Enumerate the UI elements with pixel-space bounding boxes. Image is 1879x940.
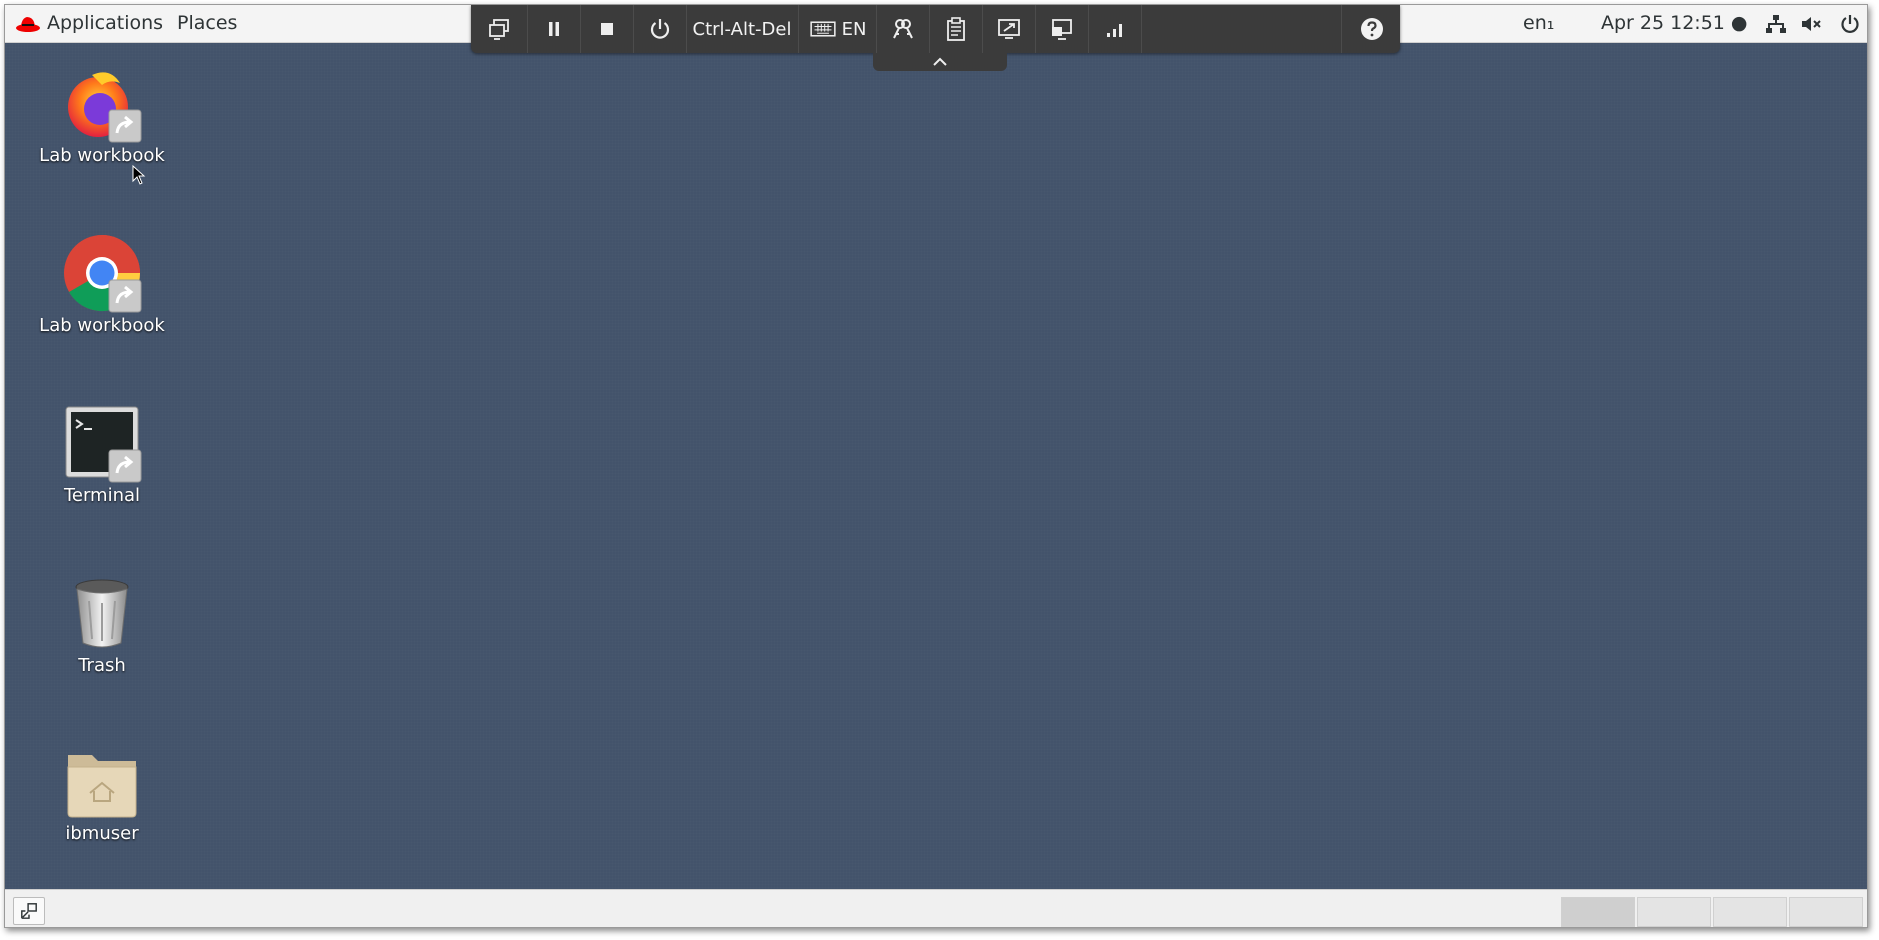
monitors-icon — [1051, 19, 1072, 40]
desktop-icon-label: ibmuser — [65, 823, 139, 844]
clipboard-button[interactable] — [929, 5, 983, 53]
workspace-1[interactable] — [1561, 897, 1635, 927]
fullscreen-button[interactable] — [982, 5, 1036, 53]
desktop-icon-label: Trash — [78, 655, 126, 676]
network-icon[interactable] — [1765, 14, 1787, 34]
stop-icon — [600, 23, 613, 35]
trash-icon — [75, 579, 129, 648]
stop-button[interactable] — [580, 5, 634, 53]
vm-toolbar: Ctrl-Alt-Del EN — [471, 5, 1400, 53]
bottom-panel — [5, 889, 1867, 927]
show-desktop-icon — [21, 903, 37, 919]
switch-display-button[interactable] — [471, 5, 528, 53]
workspace-3[interactable] — [1713, 897, 1787, 927]
vm-screen: Applications Places en₁ Apr 25 12:51 ● L… — [4, 4, 1868, 928]
fullscreen-icon — [997, 19, 1020, 39]
connection-quality-button[interactable] — [1088, 5, 1142, 53]
vm-power-button[interactable] — [633, 5, 687, 53]
power-icon[interactable] — [1839, 14, 1861, 34]
desktop-icon-label: Terminal — [63, 485, 141, 506]
shortcut-arrow-icon — [108, 279, 142, 313]
desktop-icon-label: Lab workbook — [39, 315, 165, 336]
home-folder-icon — [67, 755, 137, 818]
applications-menu[interactable]: Applications — [47, 5, 163, 42]
keyboard-layout-button[interactable]: EN — [798, 5, 877, 53]
shortcut-arrow-icon — [108, 449, 142, 483]
mouse-cursor-icon — [132, 165, 146, 185]
redhat-logo-icon — [16, 17, 40, 32]
clipboard-icon — [946, 17, 965, 41]
help-button[interactable] — [1341, 5, 1401, 53]
workspace-2[interactable] — [1637, 897, 1711, 927]
keyboard-icon — [809, 21, 836, 37]
places-menu[interactable]: Places — [177, 5, 237, 42]
signal-bars-icon — [1106, 24, 1122, 37]
ctrl-alt-del-label: Ctrl-Alt-Del — [692, 18, 792, 40]
shortcut-arrow-icon — [108, 109, 142, 143]
chevron-up-icon — [933, 57, 947, 66]
desktop-icon-label: Lab workbook — [39, 145, 165, 166]
vm-toolbar-collapse-handle[interactable] — [873, 53, 1007, 71]
ctrl-alt-del-button[interactable]: Ctrl-Alt-Del — [686, 5, 799, 53]
workspace-4[interactable] — [1789, 897, 1863, 927]
keyboard-layout-label: EN — [841, 18, 867, 40]
clock[interactable]: Apr 25 12:51 ● — [1601, 5, 1748, 42]
power-icon — [650, 19, 669, 39]
volume-muted-icon[interactable] — [1800, 14, 1822, 34]
help-icon — [1360, 18, 1383, 40]
pause-button[interactable] — [527, 5, 581, 53]
keys-icon — [892, 19, 913, 39]
desktop[interactable]: Lab workbook Lab workbook Terminal Trash… — [5, 43, 1867, 889]
pause-icon — [548, 22, 559, 36]
input-language-indicator[interactable]: en₁ — [1523, 5, 1554, 42]
desktop-icon-terminal[interactable]: Terminal — [32, 403, 172, 506]
desktop-icon-home-folder[interactable]: ibmuser — [32, 741, 172, 844]
switch-display-icon — [489, 19, 509, 40]
desktop-icon-lab-workbook-chrome[interactable]: Lab workbook — [32, 233, 172, 336]
keys-button[interactable] — [876, 5, 930, 53]
monitors-button[interactable] — [1035, 5, 1089, 53]
show-desktop-button[interactable] — [13, 897, 45, 925]
desktop-icon-trash[interactable]: Trash — [32, 573, 172, 676]
desktop-icon-lab-workbook-firefox[interactable]: Lab workbook — [32, 63, 172, 166]
